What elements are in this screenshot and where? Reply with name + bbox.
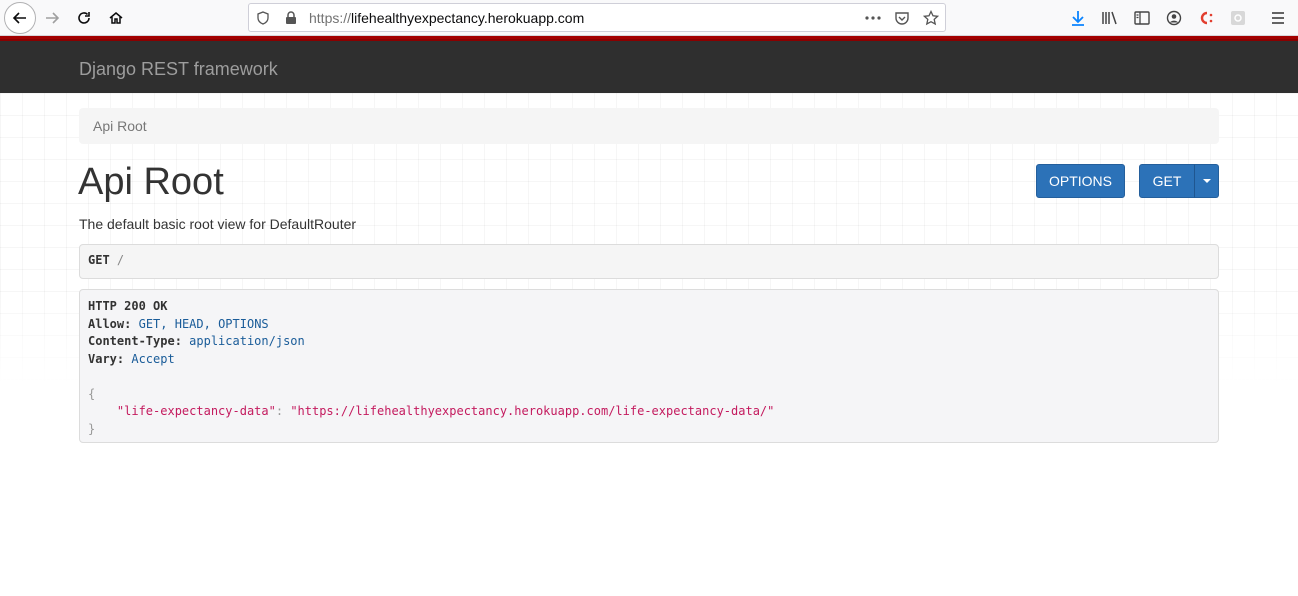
page-description: The default basic root view for DefaultR… [79,216,357,232]
shield-icon[interactable] [255,10,271,26]
json-open-brace: { [88,386,96,401]
download-icon[interactable] [1068,8,1088,28]
response-status: HTTP 200 OK [88,299,168,313]
json-close-brace: } [88,421,96,436]
header-key: Allow: [88,316,132,331]
back-icon[interactable] [4,2,36,34]
request-method: GET [88,253,110,267]
caret-down-icon [1202,179,1211,183]
header-key: Content-Type: [88,334,182,348]
request-path: / [116,253,125,267]
url-text: https://lifehealthyexpectancy.herokuapp.… [309,10,585,26]
request-info: GET / [79,244,1219,279]
extension-gear-icon[interactable] [1228,8,1248,28]
sidebar-icon[interactable] [1132,8,1152,28]
header-value: GET, HEAD, OPTIONS [138,316,269,331]
extension-icon[interactable] [1196,8,1216,28]
header-key: Vary: [88,351,125,366]
forward-icon[interactable] [38,4,66,32]
page-title: Api Root [78,161,224,203]
reload-icon[interactable] [70,4,98,32]
pocket-icon[interactable] [894,10,910,26]
library-icon[interactable] [1100,8,1120,28]
page-content: Api Root Api Root OPTIONS GET The defaul… [0,93,1298,596]
account-icon[interactable] [1164,8,1184,28]
header-value: application/json [189,334,305,348]
options-button[interactable]: OPTIONS [1036,164,1125,198]
breadcrumb: Api Root [79,108,1219,144]
json-link-value[interactable]: "https://lifehealthyexpectancy.herokuapp… [290,404,774,418]
breadcrumb-item-api-root: Api Root [93,118,147,134]
navbar: Django REST framework [0,36,1298,93]
get-button[interactable]: GET [1139,164,1195,198]
home-icon[interactable] [102,4,130,32]
lock-icon[interactable] [283,10,299,26]
more-icon[interactable] [865,10,881,26]
url-bar[interactable]: https://lifehealthyexpectancy.herokuapp.… [248,3,946,32]
star-icon[interactable] [923,10,939,26]
get-format-dropdown-button[interactable] [1194,164,1219,198]
response-info: HTTP 200 OK Allow: GET, HEAD, OPTIONS Co… [79,289,1219,443]
browser-toolbar: https://lifehealthyexpectancy.herokuapp.… [0,0,1298,36]
header-value: Accept [131,351,175,366]
json-separator: : [275,404,291,418]
menu-icon[interactable] [1268,8,1288,28]
json-key: "life-expectancy-data" [116,404,276,418]
brand-link[interactable]: Django REST framework [79,59,278,80]
